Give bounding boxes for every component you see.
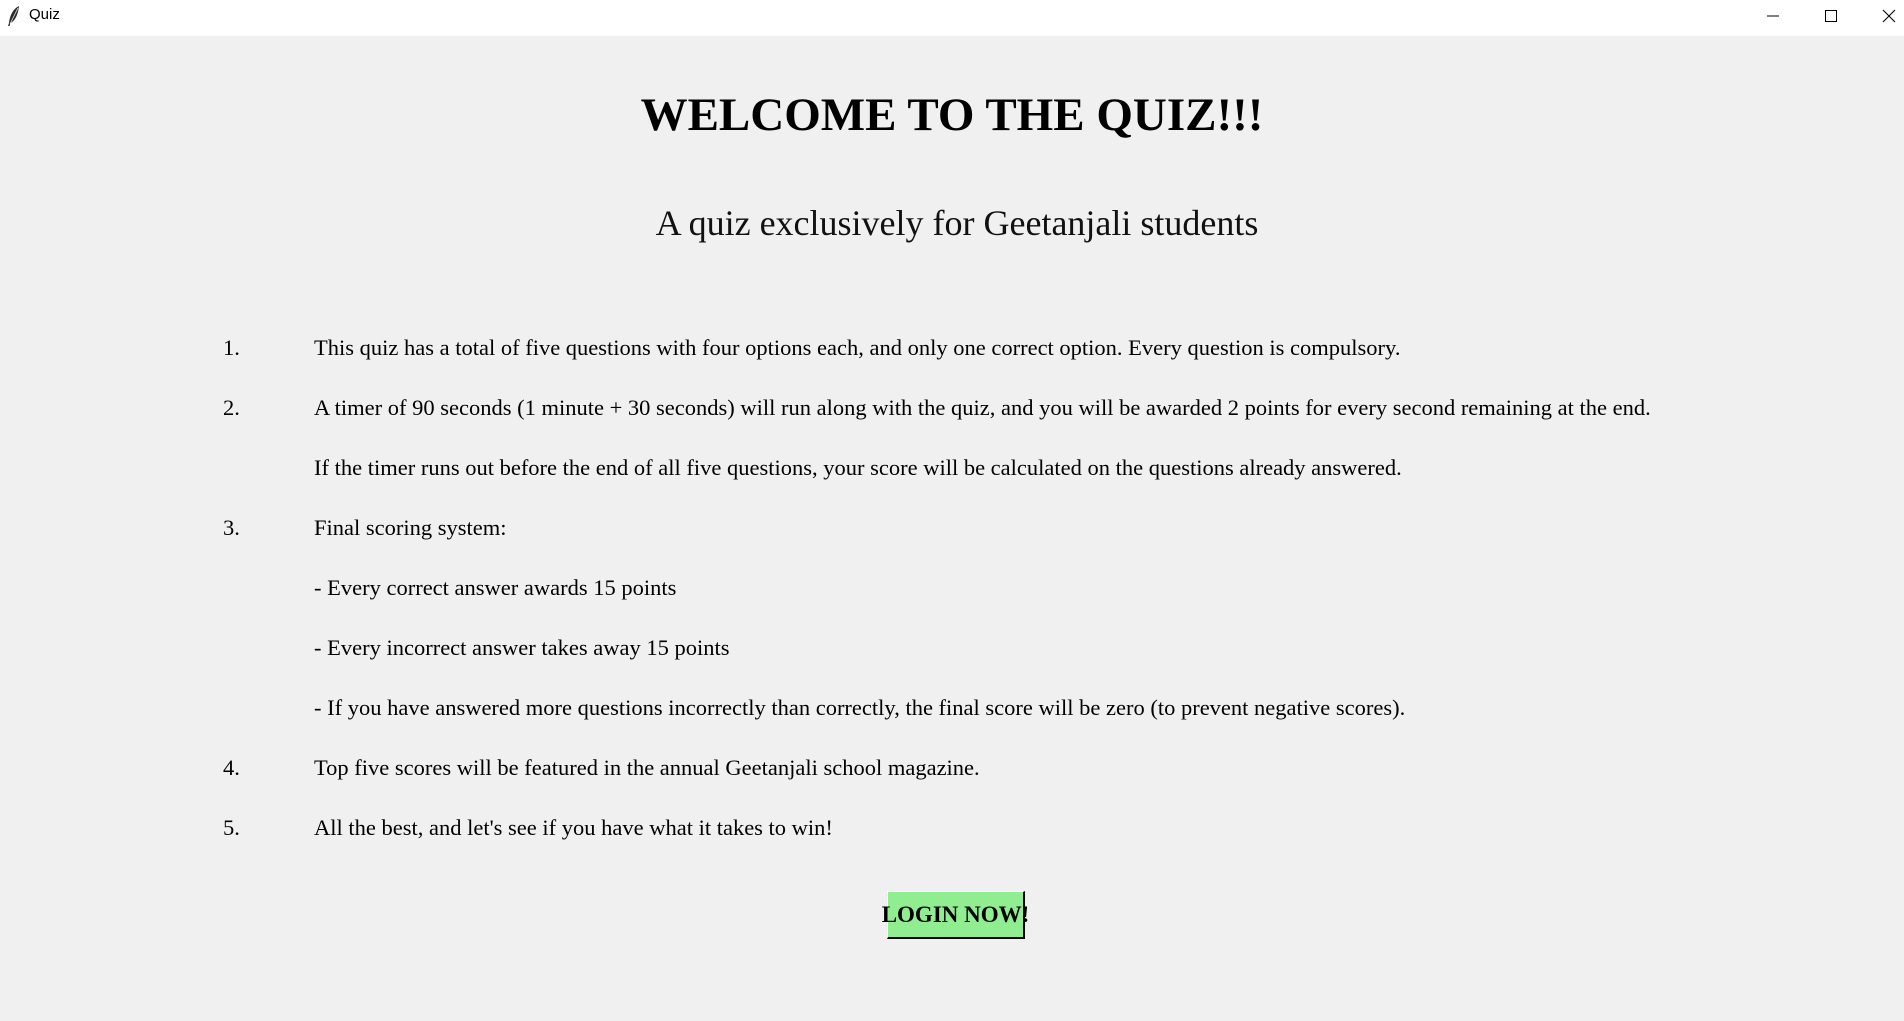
login-button[interactable]: LOGIN NOW! [882, 891, 1029, 939]
minimize-icon [1767, 15, 1779, 17]
rule-text: Final scoring system: [314, 515, 507, 540]
rule-number: 3. [223, 515, 240, 540]
rule-number: 2. [223, 395, 240, 420]
close-icon [1882, 9, 1896, 23]
rule-text: - Every incorrect answer takes away 15 p… [314, 635, 730, 660]
rule-number: 4. [223, 755, 240, 780]
rule-text: If the timer runs out before the end of … [314, 455, 1402, 480]
window-title: Quiz [29, 6, 60, 23]
page-title: WELCOME TO THE QUIZ!!! [640, 89, 1264, 141]
rule-text: All the best, and let's see if you have … [314, 815, 833, 840]
quiz-welcome-screen: WELCOME TO THE QUIZ!!! A quiz exclusivel… [0, 36, 1904, 1021]
close-button[interactable] [1860, 0, 1904, 32]
rule-text: This quiz has a total of five questions … [314, 335, 1401, 360]
title-bar: Quiz [0, 0, 1904, 36]
rule-number: 1. [223, 335, 240, 360]
rule-text: - Every correct answer awards 15 points [314, 575, 677, 600]
maximize-button[interactable] [1802, 0, 1860, 32]
maximize-icon [1825, 10, 1837, 22]
page-subtitle: A quiz exclusively for Geetanjali studen… [655, 203, 1259, 243]
feather-icon [8, 6, 19, 26]
rule-text: Top five scores will be featured in the … [314, 755, 980, 780]
minimize-button[interactable] [1744, 0, 1802, 32]
rule-number: 5. [223, 815, 240, 840]
rule-text: A timer of 90 seconds (1 minute + 30 sec… [314, 395, 1651, 420]
rule-text: - If you have answered more questions in… [314, 695, 1406, 720]
